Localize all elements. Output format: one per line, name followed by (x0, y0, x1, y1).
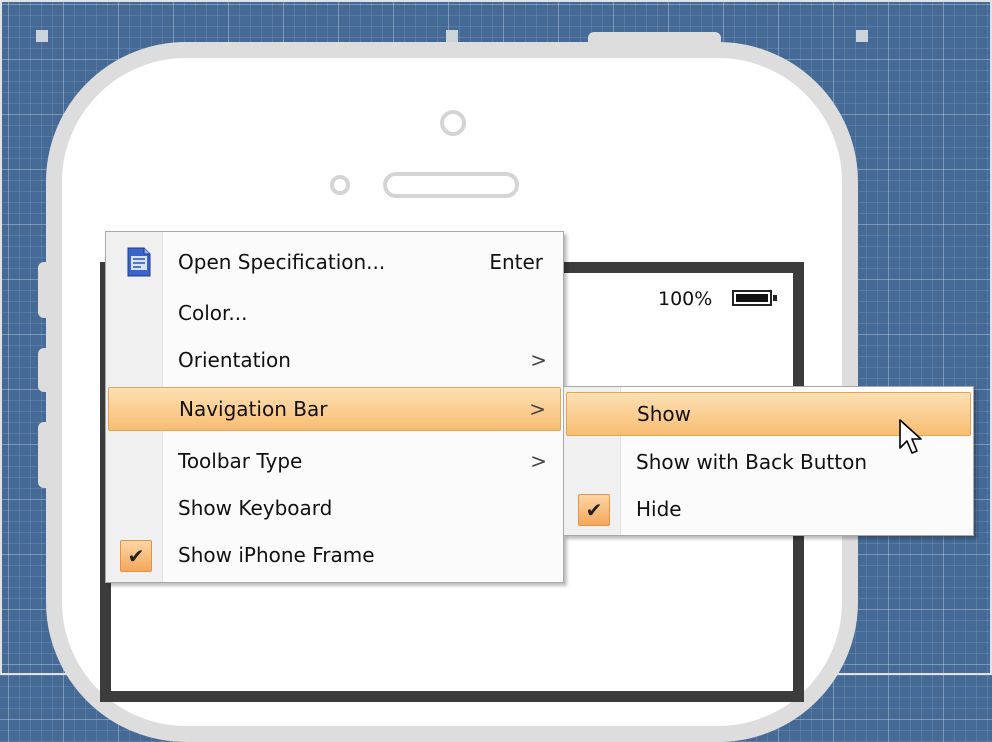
checkmark-icon: ✔ (120, 540, 152, 572)
mouse-pointer-icon (899, 419, 922, 454)
proximity-sensor (330, 175, 350, 195)
menu-item-show-iphone-frame[interactable]: ✔ Show iPhone Frame (108, 534, 561, 578)
resize-handle-top-center[interactable] (446, 30, 458, 42)
specification-icon (127, 247, 151, 277)
submenu-arrow-icon: > (530, 449, 547, 473)
resize-handle-top-right[interactable] (856, 30, 868, 42)
menu-item-show-keyboard[interactable]: Show Keyboard (108, 487, 561, 531)
menu-item-label: Open Specification... (178, 250, 386, 274)
front-camera (440, 110, 466, 136)
menu-item-label: Show with Back Button (636, 450, 868, 474)
menu-item-navigation-bar[interactable]: Navigation Bar > (108, 387, 561, 431)
context-menu: Open Specification... Enter Color... Ori… (105, 231, 564, 583)
submenu-arrow-icon: > (529, 397, 546, 421)
menu-item-label: Navigation Bar (179, 397, 328, 421)
resize-handle-top-left[interactable] (36, 30, 48, 42)
menu-item-label: Color... (178, 301, 248, 325)
menu-item-label: Show Keyboard (178, 496, 333, 520)
shortcut-label: Enter (489, 250, 543, 274)
menu-item-label: Show iPhone Frame (178, 543, 375, 567)
checkmark-icon: ✔ (578, 494, 610, 526)
earpiece-speaker (383, 172, 519, 198)
submenu-arrow-icon: > (530, 348, 547, 372)
battery-icon (732, 290, 777, 306)
menu-item-color[interactable]: Color... (108, 292, 561, 336)
menu-item-label: Orientation (178, 348, 291, 372)
menu-item-orientation[interactable]: Orientation > (108, 339, 561, 383)
menu-item-label: Toolbar Type (178, 449, 303, 473)
battery-percent-label: 100% (658, 288, 713, 310)
menu-item-toolbar-type[interactable]: Toolbar Type > (108, 440, 561, 484)
menu-item-open-specification[interactable]: Open Specification... Enter (108, 241, 561, 285)
menu-item-label: Hide (636, 497, 682, 521)
menu-item-label: Show (637, 402, 691, 426)
submenu-item-hide[interactable]: ✔ Hide (566, 488, 971, 532)
